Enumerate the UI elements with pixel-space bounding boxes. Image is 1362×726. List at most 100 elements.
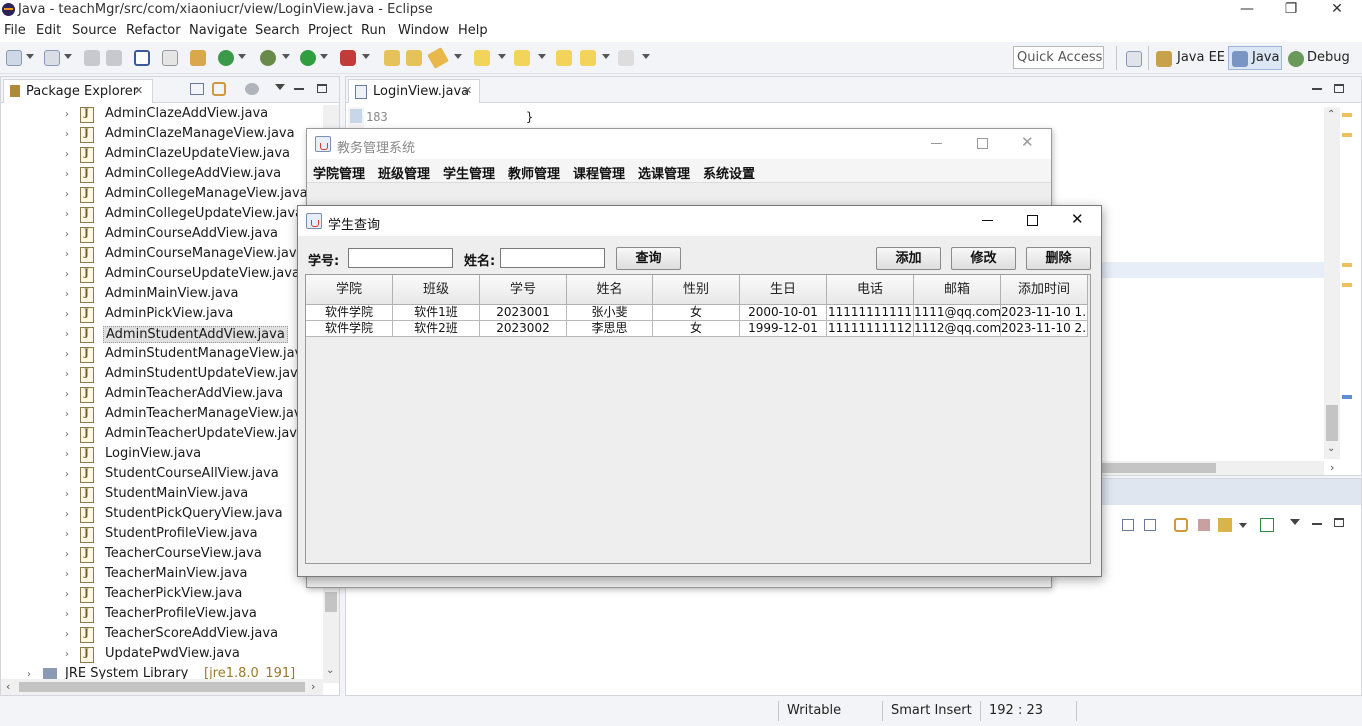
- chevron-right-icon[interactable]: ›: [65, 369, 69, 380]
- table-cell[interactable]: 女: [653, 321, 740, 337]
- save-icon[interactable]: [84, 50, 100, 66]
- overview-marker[interactable]: [1342, 395, 1352, 399]
- column-header[interactable]: 生日: [740, 275, 827, 305]
- forward-icon[interactable]: [618, 50, 634, 66]
- menu-system-settings[interactable]: 系统设置: [703, 163, 755, 182]
- skip-breakpoints-icon[interactable]: [162, 50, 178, 66]
- collapse-all-icon[interactable]: [190, 83, 204, 95]
- view-menu-icon[interactable]: [1290, 519, 1300, 525]
- query-button[interactable]: 查询: [616, 247, 681, 270]
- maximize-view-icon[interactable]: [317, 84, 327, 93]
- chevron-right-icon[interactable]: ›: [65, 329, 69, 340]
- chevron-down-icon[interactable]: [538, 54, 546, 59]
- scrollbar-thumb[interactable]: [1326, 405, 1338, 441]
- table-cell[interactable]: 软件学院: [306, 321, 393, 337]
- table-cell[interactable]: 软件学院: [306, 305, 393, 321]
- focus-icon[interactable]: [245, 83, 259, 95]
- chevron-down-icon[interactable]: [282, 54, 290, 59]
- add-button[interactable]: 添加: [876, 247, 941, 270]
- maximize-view-icon[interactable]: [1334, 518, 1344, 527]
- overview-marker[interactable]: [1342, 263, 1352, 267]
- open-perspective-icon[interactable]: [1126, 51, 1142, 67]
- overview-marker[interactable]: [1342, 133, 1352, 137]
- prev-annotation-icon[interactable]: [514, 50, 530, 66]
- menu-search[interactable]: Search: [255, 23, 300, 38]
- scroll-right-icon[interactable]: ›: [311, 680, 315, 693]
- menu-course-selection-management[interactable]: 选课管理: [638, 163, 690, 182]
- overview-marker[interactable]: [1342, 113, 1352, 117]
- chevron-right-icon[interactable]: ›: [65, 409, 69, 420]
- minimize-view-icon[interactable]: [1312, 88, 1322, 90]
- chevron-right-icon[interactable]: ›: [65, 449, 69, 460]
- maximize-icon[interactable]: [977, 138, 988, 149]
- chevron-right-icon[interactable]: ›: [65, 309, 69, 320]
- chevron-right-icon[interactable]: ›: [65, 549, 69, 560]
- new-project-icon[interactable]: [44, 50, 60, 66]
- table-cell[interactable]: 1111@qq.com: [914, 305, 1001, 321]
- menu-run[interactable]: Run: [361, 23, 386, 38]
- scroll-left-icon[interactable]: ‹: [6, 680, 10, 693]
- chevron-right-icon[interactable]: ›: [65, 129, 69, 140]
- chevron-right-icon[interactable]: ›: [65, 189, 69, 200]
- table-cell[interactable]: 11111111112: [827, 321, 914, 337]
- close-icon[interactable]: ✕: [1021, 133, 1034, 151]
- chevron-down-icon[interactable]: [320, 54, 328, 59]
- chevron-right-icon[interactable]: ›: [65, 149, 69, 160]
- table-cell[interactable]: 女: [653, 305, 740, 321]
- chevron-down-icon[interactable]: [26, 54, 34, 59]
- link-with-editor-icon[interactable]: [212, 82, 226, 96]
- close-icon[interactable]: ✕: [1071, 210, 1084, 228]
- column-header[interactable]: 班级: [393, 275, 480, 305]
- chevron-right-icon[interactable]: ›: [65, 249, 69, 260]
- scroll-down-icon[interactable]: ⌄: [326, 665, 334, 676]
- collapse-icon[interactable]: [1144, 519, 1156, 531]
- chevron-down-icon[interactable]: [1239, 523, 1247, 528]
- pen-icon[interactable]: [427, 47, 449, 69]
- table-cell[interactable]: 软件2班: [393, 321, 480, 337]
- chevron-right-icon[interactable]: ›: [65, 569, 69, 580]
- java-ee-icon[interactable]: [1156, 51, 1172, 67]
- menu-class-management[interactable]: 班级管理: [378, 163, 430, 182]
- menu-teacher-management[interactable]: 教师管理: [508, 163, 560, 182]
- close-tab-icon[interactable]: ✕: [134, 84, 143, 97]
- chevron-down-icon[interactable]: [238, 54, 246, 59]
- pin-icon[interactable]: [1218, 518, 1232, 532]
- link-icon[interactable]: [1174, 518, 1188, 532]
- tab-loginview[interactable]: LoginView.java ✕: [348, 79, 480, 103]
- menu-file[interactable]: File: [4, 23, 26, 38]
- minimize-button[interactable]: —: [1224, 0, 1270, 20]
- menu-edit[interactable]: Edit: [36, 23, 61, 38]
- chevron-right-icon[interactable]: ›: [65, 389, 69, 400]
- close-tab-icon[interactable]: ✕: [463, 84, 472, 97]
- menu-refactor[interactable]: Refactor: [126, 23, 181, 38]
- table-cell[interactable]: 2023001: [480, 305, 567, 321]
- stop-icon[interactable]: [1198, 519, 1210, 531]
- column-header[interactable]: 性别: [653, 275, 740, 305]
- view-menu-icon[interactable]: [275, 84, 285, 90]
- chevron-right-icon[interactable]: ›: [65, 229, 69, 240]
- back-icon[interactable]: [580, 50, 596, 66]
- scrollbar-thumb[interactable]: [325, 592, 337, 612]
- refresh-icon[interactable]: [218, 50, 234, 66]
- chevron-right-icon[interactable]: ›: [65, 269, 69, 280]
- new-icon[interactable]: [6, 50, 22, 66]
- chevron-right-icon[interactable]: ›: [65, 649, 69, 660]
- scroll-right-icon[interactable]: ›: [1330, 461, 1334, 474]
- menu-college-management[interactable]: 学院管理: [313, 163, 365, 182]
- menu-student-management[interactable]: 学生管理: [443, 163, 495, 182]
- table-cell[interactable]: 李思思: [567, 321, 653, 337]
- table-cell[interactable]: 1112@qq.com: [914, 321, 1001, 337]
- perspective-java-ee[interactable]: Java EE: [1177, 50, 1225, 65]
- maximize-icon[interactable]: [1027, 215, 1038, 226]
- minimize-view-icon[interactable]: [1312, 523, 1322, 525]
- expand-icon[interactable]: [1122, 519, 1134, 531]
- debug-icon[interactable]: [260, 50, 276, 66]
- delete-button[interactable]: 删除: [1026, 247, 1091, 270]
- column-header[interactable]: 学号: [480, 275, 567, 305]
- edit-button[interactable]: 修改: [951, 247, 1016, 270]
- tab-package-explorer[interactable]: Package Explorer ✕: [3, 79, 153, 103]
- table-cell[interactable]: 软件1班: [393, 305, 480, 321]
- table-cell[interactable]: 2023-11-10 1...: [1001, 305, 1088, 321]
- code-text[interactable]: }: [526, 110, 533, 124]
- chevron-right-icon[interactable]: ›: [65, 629, 69, 640]
